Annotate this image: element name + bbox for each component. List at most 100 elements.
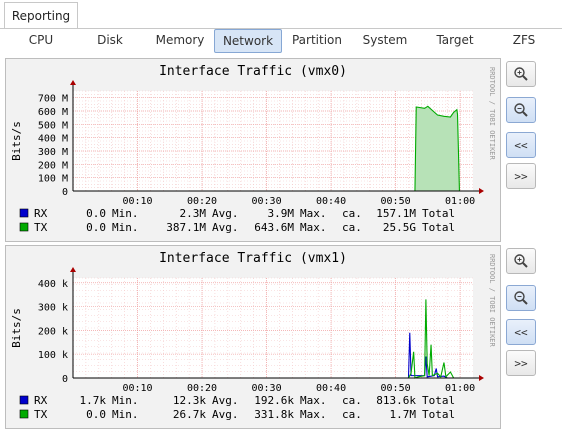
stat-total-label: Total [422, 394, 455, 407]
zoom-out-button[interactable] [506, 97, 536, 123]
zoom-out-button-2[interactable] [506, 285, 536, 311]
stat-total-label: Total [422, 221, 455, 234]
y-tick-label: 200 M [38, 160, 68, 171]
tab-reporting[interactable]: Reporting [4, 2, 78, 29]
tab-memory[interactable]: Memory [152, 29, 208, 51]
forward-button-2[interactable]: >> [506, 350, 536, 376]
y-tick-label: 300 k [38, 303, 68, 314]
tab-cpu[interactable]: CPU [16, 29, 66, 51]
stat-total-label: Total [422, 207, 455, 220]
graph-vmx0: Interface Traffic (vmx0) RRDTOOL / TOBI O… [5, 58, 501, 242]
stat-total-prefix: ca. [342, 207, 362, 220]
rrdtool-watermark: RRDTOOL / TOBI OETIKER [488, 254, 496, 348]
stat-max: 192.6k [254, 394, 294, 407]
y-tick-label: 400 k [38, 279, 68, 290]
stat-min: 0.0 [86, 221, 106, 234]
zoom-in-button[interactable] [506, 61, 536, 87]
legend-name: RX [34, 394, 48, 407]
stat-total: 1.7M [390, 408, 417, 421]
stat-max: 643.6M [254, 221, 294, 234]
stat-min: 1.7k [80, 394, 107, 407]
x-tick-label: 00:20 [187, 196, 217, 207]
x-tick-label: 01:00 [445, 196, 475, 207]
x-tick-label: 00:10 [122, 383, 152, 394]
stat-total-prefix: ca. [342, 408, 362, 421]
tab-disk[interactable]: Disk [84, 29, 136, 51]
forward-button[interactable]: >> [506, 163, 536, 189]
stat-avg-label: Avg. [212, 394, 239, 407]
back-button[interactable]: << [506, 132, 536, 158]
zoom-out-icon [514, 291, 528, 305]
stat-max-label: Max. [300, 408, 327, 421]
stat-total-prefix: ca. [342, 221, 362, 234]
zoom-in-button-2[interactable] [506, 248, 536, 274]
chart-vmx0: Interface Traffic (vmx0) RRDTOOL / TOBI O… [6, 59, 500, 241]
y-tick-label: 400 M [38, 134, 68, 145]
stat-total: 157.1M [376, 207, 416, 220]
stat-total-label: Total [422, 408, 455, 421]
tab-system[interactable]: System [358, 29, 412, 51]
y-tick-label: 200 k [38, 326, 68, 337]
tab-target[interactable]: Target [430, 29, 480, 51]
legend-name: RX [34, 207, 48, 220]
stat-max: 331.8k [254, 408, 294, 421]
y-tick-label: 100 M [38, 174, 68, 185]
stat-max-label: Max. [300, 207, 327, 220]
stat-max: 3.9M [268, 207, 295, 220]
x-tick-label: 00:20 [187, 383, 217, 394]
y-axis-label: Bits/s [10, 308, 23, 348]
legend-swatch-rx [19, 208, 29, 218]
stat-min: 0.0 [86, 408, 106, 421]
stat-avg: 26.7k [173, 408, 206, 421]
y-tick-label: 600 M [38, 107, 68, 118]
legend-swatch-rx [19, 395, 29, 405]
stat-total: 813.6k [376, 394, 416, 407]
x-tick-label: 00:50 [381, 196, 411, 207]
tab-partition[interactable]: Partition [286, 29, 348, 51]
stat-avg-label: Avg. [212, 207, 239, 220]
zoom-in-icon [514, 67, 528, 81]
stat-avg: 387.1M [166, 221, 206, 234]
stat-min-label: Min. [112, 408, 139, 421]
legend-name: TX [34, 408, 48, 421]
y-tick-label: 0 [62, 374, 68, 385]
x-tick-label: 00:40 [316, 383, 346, 394]
stat-avg-label: Avg. [212, 221, 239, 234]
y-tick-label: 0 [62, 187, 68, 198]
chart-title: Interface Traffic (vmx1) [159, 251, 347, 266]
stat-min: 0.0 [86, 207, 106, 220]
chart-vmx1: Interface Traffic (vmx1) RRDTOOL / TOBI O… [6, 246, 500, 428]
legend-name: TX [34, 221, 48, 234]
zoom-out-icon [514, 103, 528, 117]
stat-max-label: Max. [300, 394, 327, 407]
legend-swatch-tx [19, 222, 29, 232]
stat-avg: 12.3k [173, 394, 206, 407]
chart-title: Interface Traffic (vmx0) [159, 64, 347, 79]
stat-max-label: Max. [300, 221, 327, 234]
tab-zfs[interactable]: ZFS [504, 29, 544, 51]
y-tick-label: 300 M [38, 147, 68, 158]
y-tick-label: 100 k [38, 350, 68, 361]
back-button-2[interactable]: << [506, 319, 536, 345]
y-tick-label: 500 M [38, 120, 68, 131]
x-tick-label: 00:30 [251, 196, 281, 207]
x-tick-label: 00:30 [251, 383, 281, 394]
stat-avg-label: Avg. [212, 408, 239, 421]
x-tick-label: 01:00 [445, 383, 475, 394]
x-tick-label: 00:50 [381, 383, 411, 394]
stat-avg: 2.3M [180, 207, 207, 220]
graph-vmx1: Interface Traffic (vmx1) RRDTOOL / TOBI O… [5, 245, 501, 429]
stat-min-label: Min. [112, 394, 139, 407]
tab-network[interactable]: Network [214, 29, 282, 53]
stat-min-label: Min. [112, 207, 139, 220]
y-tick-label: 700 M [38, 94, 68, 105]
x-tick-label: 00:10 [122, 196, 152, 207]
x-tick-label: 00:40 [316, 196, 346, 207]
legend-swatch-tx [19, 409, 29, 419]
series-area-tx [414, 106, 460, 191]
stat-total: 25.5G [383, 221, 416, 234]
rrdtool-watermark: RRDTOOL / TOBI OETIKER [488, 67, 496, 161]
zoom-in-icon [514, 254, 528, 268]
y-axis-label: Bits/s [10, 121, 23, 161]
stat-total-prefix: ca. [342, 394, 362, 407]
